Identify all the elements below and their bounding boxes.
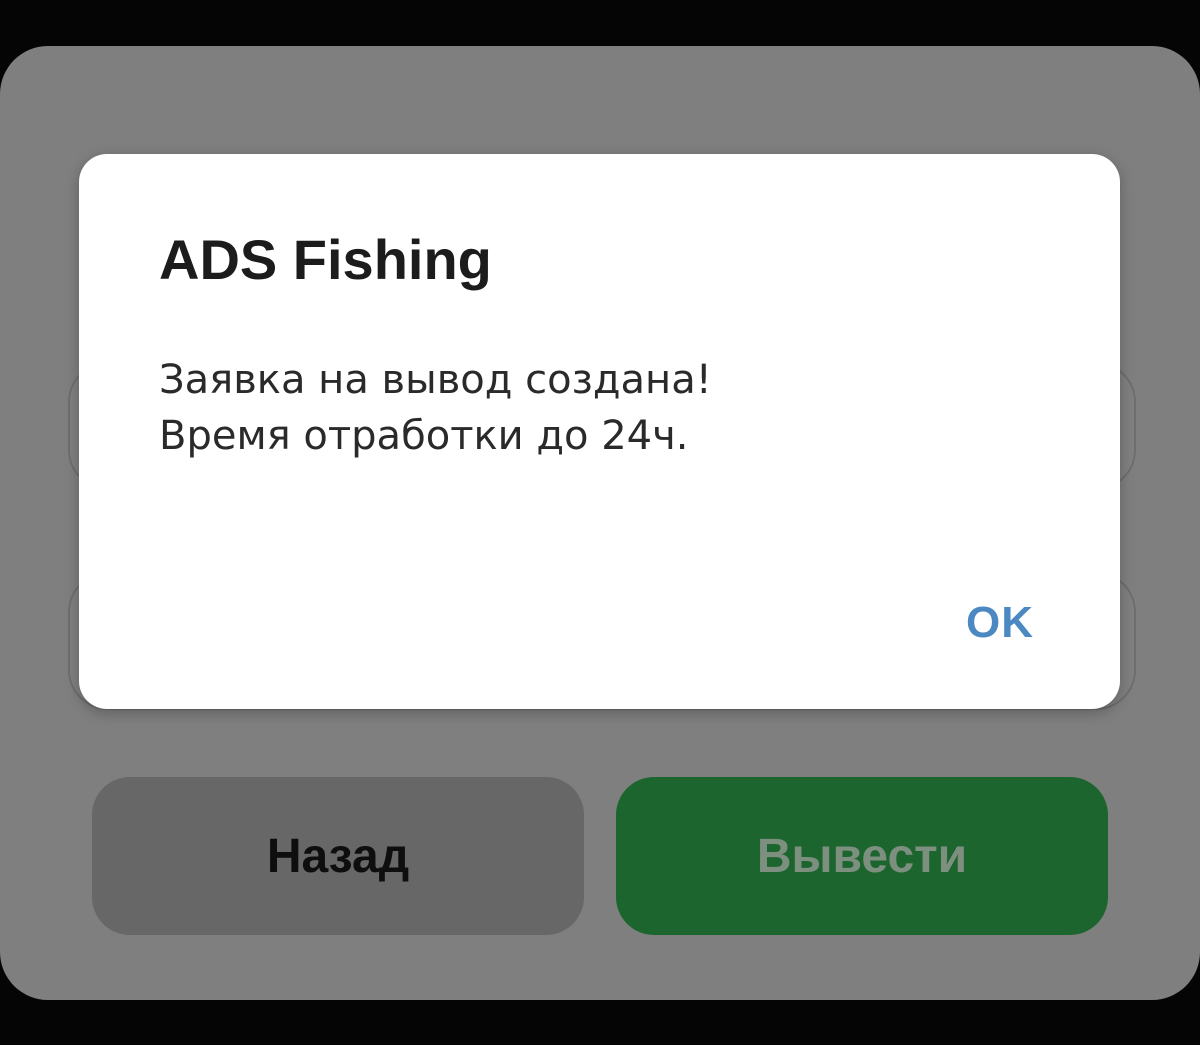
alert-dialog: ADS Fishing Заявка на вывод создана! Вре…: [79, 154, 1120, 709]
dialog-title: ADS Fishing: [159, 228, 492, 291]
ok-button[interactable]: OK: [935, 588, 1065, 658]
back-button-label: Назад: [266, 829, 410, 883]
withdraw-button-label: Вывести: [756, 829, 968, 883]
dialog-message-line-2: Время отработки до 24ч.: [159, 413, 689, 459]
back-button[interactable]: Назад: [92, 777, 584, 935]
dialog-message-line-1: Заявка на вывод создана!: [159, 357, 712, 403]
dialog-message: Заявка на вывод создана! Время отработки…: [159, 352, 1039, 464]
withdraw-button[interactable]: Вывести: [616, 777, 1108, 935]
